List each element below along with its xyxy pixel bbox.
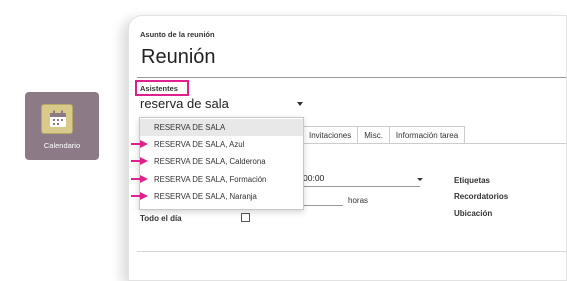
time-dropdown-icon[interactable] [417, 178, 423, 181]
dropdown-option[interactable]: RESERVA DE SALA, Naranja [140, 188, 303, 205]
dropdown-option[interactable]: RESERVA DE SALA, Calderona [140, 153, 303, 170]
calendar-icon [41, 104, 73, 134]
tags-label: Etiquetas [454, 176, 491, 185]
start-time-underline [303, 186, 420, 187]
attendees-input[interactable]: reserva de sala [140, 96, 229, 111]
duration-input[interactable] [303, 205, 343, 206]
subject-input[interactable]: Reunión [141, 46, 216, 69]
app-tile-label: Calendario [43, 141, 81, 150]
subject-label: Asunto de la reunión [140, 30, 215, 39]
tab-misc[interactable]: Misc. [357, 126, 390, 144]
tab-invitaciones[interactable]: Invitaciones [302, 126, 359, 144]
all-day-label: Todo el día [140, 214, 182, 223]
start-time-input[interactable]: 00:00 [303, 173, 324, 183]
chevron-down-icon[interactable] [297, 102, 303, 106]
dropdown-option[interactable]: RESERVA DE SALA [140, 119, 303, 136]
all-day-checkbox[interactable] [241, 213, 250, 222]
screenshot-stage: Calendario Asunto de la reunión Reunión … [0, 0, 567, 281]
attendees-label: Asistentes [140, 84, 178, 93]
calendar-app-tile[interactable]: Calendario [25, 92, 99, 160]
hours-label: horas [348, 196, 369, 205]
attendees-dropdown: RESERVA DE SALA RESERVA DE SALA, Azul RE… [139, 117, 304, 210]
subject-underline [137, 77, 566, 78]
arrow-right-icon [131, 192, 148, 200]
arrow-right-icon [131, 157, 148, 165]
arrow-right-icon [131, 140, 148, 148]
tab-informacion-tarea[interactable]: Información tarea [388, 126, 466, 144]
form-bottom-divider [137, 251, 566, 252]
dropdown-option[interactable]: RESERVA DE SALA, Formación [140, 171, 303, 188]
reminders-label: Recordatorios [454, 192, 509, 201]
location-label: Ubicación [454, 209, 493, 218]
dropdown-option[interactable]: RESERVA DE SALA, Azul [140, 136, 303, 153]
form-tabs: Invitaciones Misc. Información tarea [302, 126, 466, 144]
arrow-right-icon [131, 175, 148, 183]
